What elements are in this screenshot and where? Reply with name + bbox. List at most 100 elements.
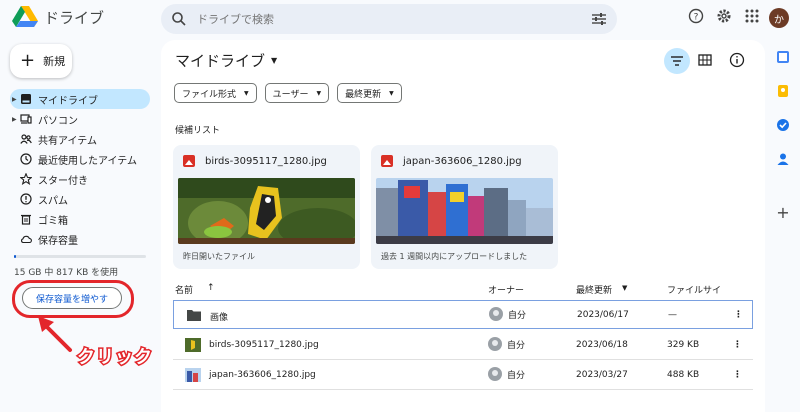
more-options-icon[interactable]: ⋮: [734, 310, 743, 320]
expand-caret-icon[interactable]: ▶: [12, 116, 17, 123]
sidebar-item-trash[interactable]: ゴミ箱: [10, 209, 150, 229]
filter-lines-icon: [671, 56, 683, 66]
user-avatar-icon: [488, 367, 502, 381]
suggested-card[interactable]: birds-3095117_1280.jpg 昨日開いたファイル: [173, 145, 360, 269]
storage-usage-bar: [14, 255, 146, 258]
suggested-section-label: 候補リスト: [175, 126, 221, 136]
sidebar-item-spam[interactable]: スパム: [10, 189, 150, 209]
page-title-text: マイドライブ: [175, 52, 266, 70]
drive-logo[interactable]: ドライブ: [12, 6, 104, 28]
spam-icon: [20, 193, 32, 205]
cloud-icon: [21, 235, 32, 244]
more-options-icon[interactable]: ⋮: [733, 340, 742, 350]
new-button[interactable]: + 新規: [10, 44, 72, 78]
chevron-down-icon: ▼: [316, 89, 322, 97]
sidebar-nav: ▶ マイドライブ ▶ パソコン 共有アイテム 最近使用したアイテム スター付き …: [10, 89, 150, 249]
sidebar-item-label: マイドライブ: [38, 95, 98, 107]
settings-gear-icon[interactable]: [716, 8, 732, 24]
info-icon[interactable]: [729, 52, 745, 68]
contacts-icon[interactable]: [776, 152, 790, 166]
apps-grid-icon[interactable]: [744, 8, 760, 24]
user-avatar-icon: [488, 337, 502, 351]
sidebar-item-recent[interactable]: 最近使用したアイテム: [10, 149, 150, 169]
filter-chip-modified[interactable]: 最終更新 ▼: [337, 83, 402, 103]
filter-view-button[interactable]: [664, 48, 690, 74]
sidebar-item-label: スター付き: [38, 175, 88, 187]
sidebar-item-storage[interactable]: 保存容量: [10, 229, 150, 249]
sidebar-item-label: 共有アイテム: [38, 135, 97, 147]
chip-label: 最終更新: [345, 89, 382, 100]
calendar-icon[interactable]: [776, 50, 790, 64]
suggested-card[interactable]: japan-363606_1280.jpg 過去 1 週間以内にアップロードしま…: [371, 145, 558, 269]
card-reason: 過去 1 週間以内にアップロードしました: [381, 252, 528, 261]
chevron-down-icon: ▼: [271, 56, 278, 65]
filter-chips: ファイル形式 ▼ ユーザー ▼ 最終更新 ▼: [174, 83, 402, 103]
drive-logo-icon: [12, 6, 38, 27]
column-header-modified[interactable]: 最終更新: [576, 283, 612, 296]
search-options-icon[interactable]: [591, 12, 607, 26]
sidebar-item-shared[interactable]: 共有アイテム: [10, 129, 150, 149]
row-size: 329 KB: [667, 340, 700, 350]
app-title: ドライブ: [44, 8, 105, 27]
file-thumbnail-birds: [178, 178, 355, 244]
table-row[interactable]: 画像 自分 2023/06/17 — ⋮: [173, 300, 753, 329]
plus-icon: +: [20, 50, 36, 71]
more-options-icon[interactable]: ⋮: [733, 370, 742, 380]
shared-icon: [20, 134, 32, 144]
page-title[interactable]: マイドライブ ▼: [175, 50, 277, 71]
svg-text:?: ?: [694, 13, 699, 23]
card-file-name: birds-3095117_1280.jpg: [205, 155, 327, 167]
main-panel: マイドライブ ▼ ファイル形式 ▼ ユーザー ▼ 最終更新 ▼ 候補リスト birds…: [161, 40, 765, 412]
chip-label: ユーザー: [272, 89, 309, 100]
filter-chip-file-type[interactable]: ファイル形式 ▼: [174, 83, 257, 103]
file-table-header: 名前 ↑ オーナー 最終更新 ▼ ファイルサイ: [173, 281, 753, 299]
sort-dropdown-icon[interactable]: ▼: [622, 284, 627, 292]
help-icon[interactable]: ?: [688, 8, 704, 24]
row-owner: 自分: [489, 307, 526, 321]
table-row[interactable]: japan-363606_1280.jpg 自分 2023/03/27 488 …: [173, 361, 753, 390]
row-size: —: [668, 310, 677, 320]
my-drive-icon: [21, 94, 31, 104]
folder-icon: [187, 310, 201, 321]
expand-caret-icon[interactable]: ▶: [12, 96, 17, 103]
column-header-owner[interactable]: オーナー: [488, 283, 524, 296]
table-row[interactable]: birds-3095117_1280.jpg 自分 2023/06/18 329…: [173, 331, 753, 360]
sidebar-item-label: 最近使用したアイテム: [38, 155, 137, 167]
new-button-label: 新規: [43, 55, 66, 68]
chevron-down-icon: ▼: [244, 89, 249, 97]
keep-icon[interactable]: [776, 84, 790, 98]
computers-icon: [20, 114, 32, 124]
account-avatar[interactable]: か: [769, 8, 789, 28]
sidebar-item-label: ゴミ箱: [38, 215, 68, 227]
search-icon: [172, 12, 186, 26]
card-reason: 昨日開いたファイル: [183, 252, 255, 261]
search-input[interactable]: [197, 12, 591, 26]
sidebar-item-starred[interactable]: スター付き: [10, 169, 150, 189]
image-file-icon: [183, 155, 195, 167]
user-avatar-icon: [489, 307, 503, 321]
row-owner: 自分: [488, 337, 525, 351]
sidebar-item-label: パソコン: [38, 115, 78, 127]
trash-icon: [21, 214, 31, 225]
chevron-down-icon: ▼: [389, 89, 394, 97]
image-file-icon: [381, 155, 393, 167]
search-bar[interactable]: [161, 4, 617, 34]
row-file-name: birds-3095117_1280.jpg: [209, 340, 319, 350]
column-header-name[interactable]: 名前: [175, 283, 193, 296]
grid-view-icon[interactable]: [697, 52, 713, 68]
sort-arrow-up-icon[interactable]: ↑: [207, 283, 215, 293]
row-size: 488 KB: [667, 370, 700, 380]
add-addon-icon[interactable]: +: [776, 205, 790, 221]
sidebar-item-label: 保存容量: [38, 235, 78, 247]
chip-label: ファイル形式: [182, 89, 237, 100]
storage-usage-text: 15 GB 中 817 KB を使用: [14, 268, 119, 278]
sidebar-item-computers[interactable]: ▶ パソコン: [10, 109, 150, 129]
tasks-icon[interactable]: [776, 118, 790, 132]
sidebar-item-my-drive[interactable]: ▶ マイドライブ: [10, 89, 150, 109]
column-header-size[interactable]: ファイルサイ: [667, 283, 721, 296]
storage-usage-fill: [14, 255, 16, 258]
row-file-name: japan-363606_1280.jpg: [209, 370, 316, 380]
image-thumbnail-icon: [185, 338, 201, 352]
clock-icon: [20, 153, 32, 165]
filter-chip-people[interactable]: ユーザー ▼: [264, 83, 330, 103]
